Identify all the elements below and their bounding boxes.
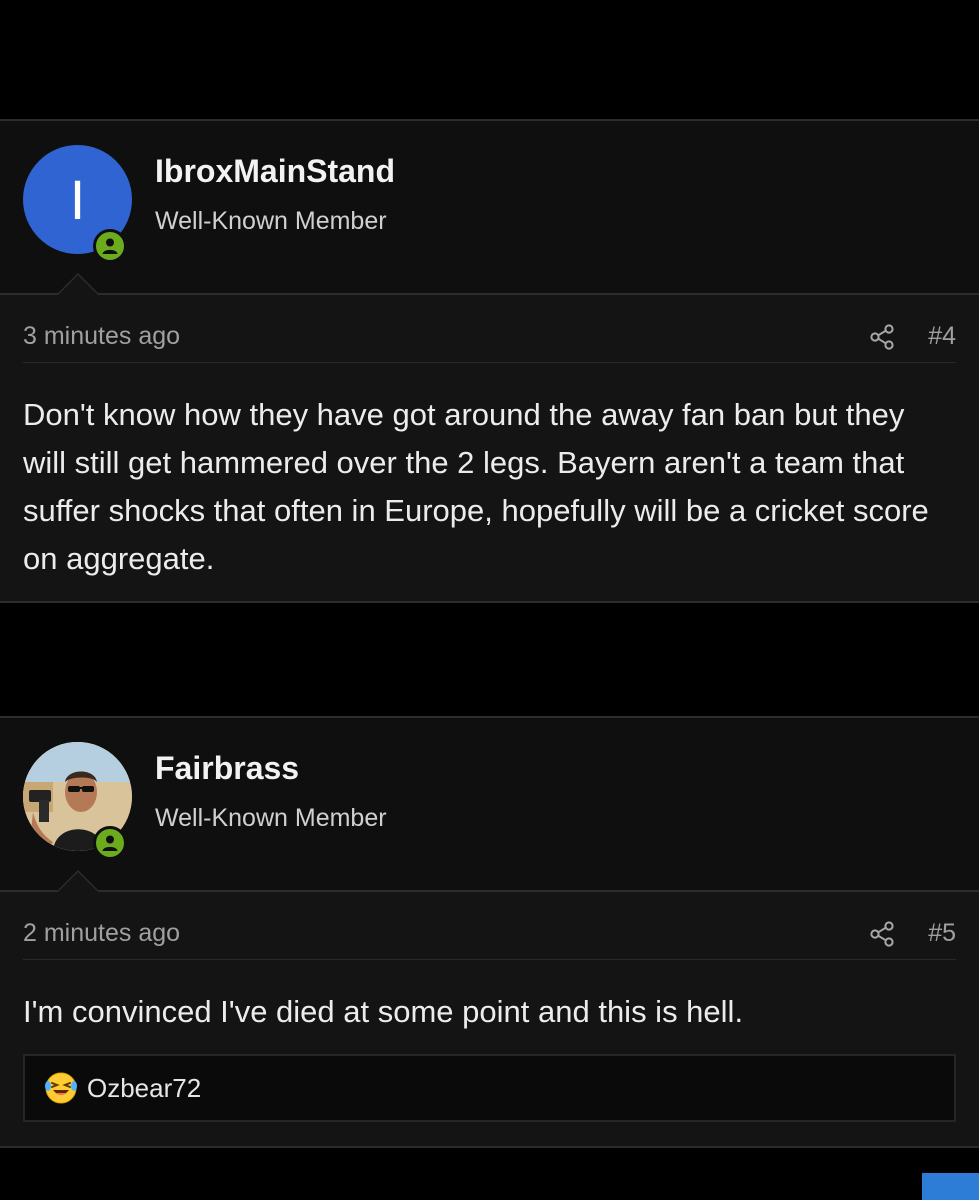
post-number-link[interactable]: #5 [928, 919, 956, 948]
post-timestamp[interactable]: 2 minutes ago [23, 919, 180, 948]
username[interactable]: Fairbrass [155, 750, 299, 787]
avatar-letter: I [69, 168, 86, 231]
share-icon[interactable] [868, 920, 896, 948]
scroll-button[interactable] [922, 1173, 979, 1200]
username[interactable]: IbroxMainStand [155, 153, 395, 190]
post-meta: 3 minutes ago #4 [23, 295, 956, 363]
online-status-icon [93, 826, 127, 860]
laughing-crying-emoji-icon [45, 1072, 77, 1104]
user-icon [102, 238, 118, 254]
reactions-bar[interactable]: Ozbear72 [23, 1054, 956, 1122]
post-message: Don't know how they have got around the … [23, 397, 929, 576]
post-4: I IbroxMainStand Well-Known Member 3 min… [0, 119, 979, 603]
header-arrow [56, 870, 100, 892]
post-5: Fairbrass Well-Known Member 2 minutes ag… [0, 716, 979, 1148]
header-arrow [56, 273, 100, 295]
thread-page: I IbroxMainStand Well-Known Member 3 min… [0, 0, 979, 1200]
post-user-header: I IbroxMainStand Well-Known Member [0, 121, 979, 295]
post-timestamp[interactable]: 3 minutes ago [23, 322, 180, 351]
share-icon[interactable] [868, 323, 896, 351]
user-icon [102, 835, 118, 851]
post-message: I'm convinced I've died at some point an… [23, 994, 744, 1029]
post-number-link[interactable]: #4 [928, 322, 956, 351]
user-title: Well-Known Member [155, 207, 387, 235]
user-title: Well-Known Member [155, 804, 387, 832]
post-user-header: Fairbrass Well-Known Member [0, 718, 979, 892]
reaction-users[interactable]: Ozbear72 [87, 1073, 201, 1104]
online-status-icon [93, 229, 127, 263]
post-meta: 2 minutes ago #5 [23, 892, 956, 960]
